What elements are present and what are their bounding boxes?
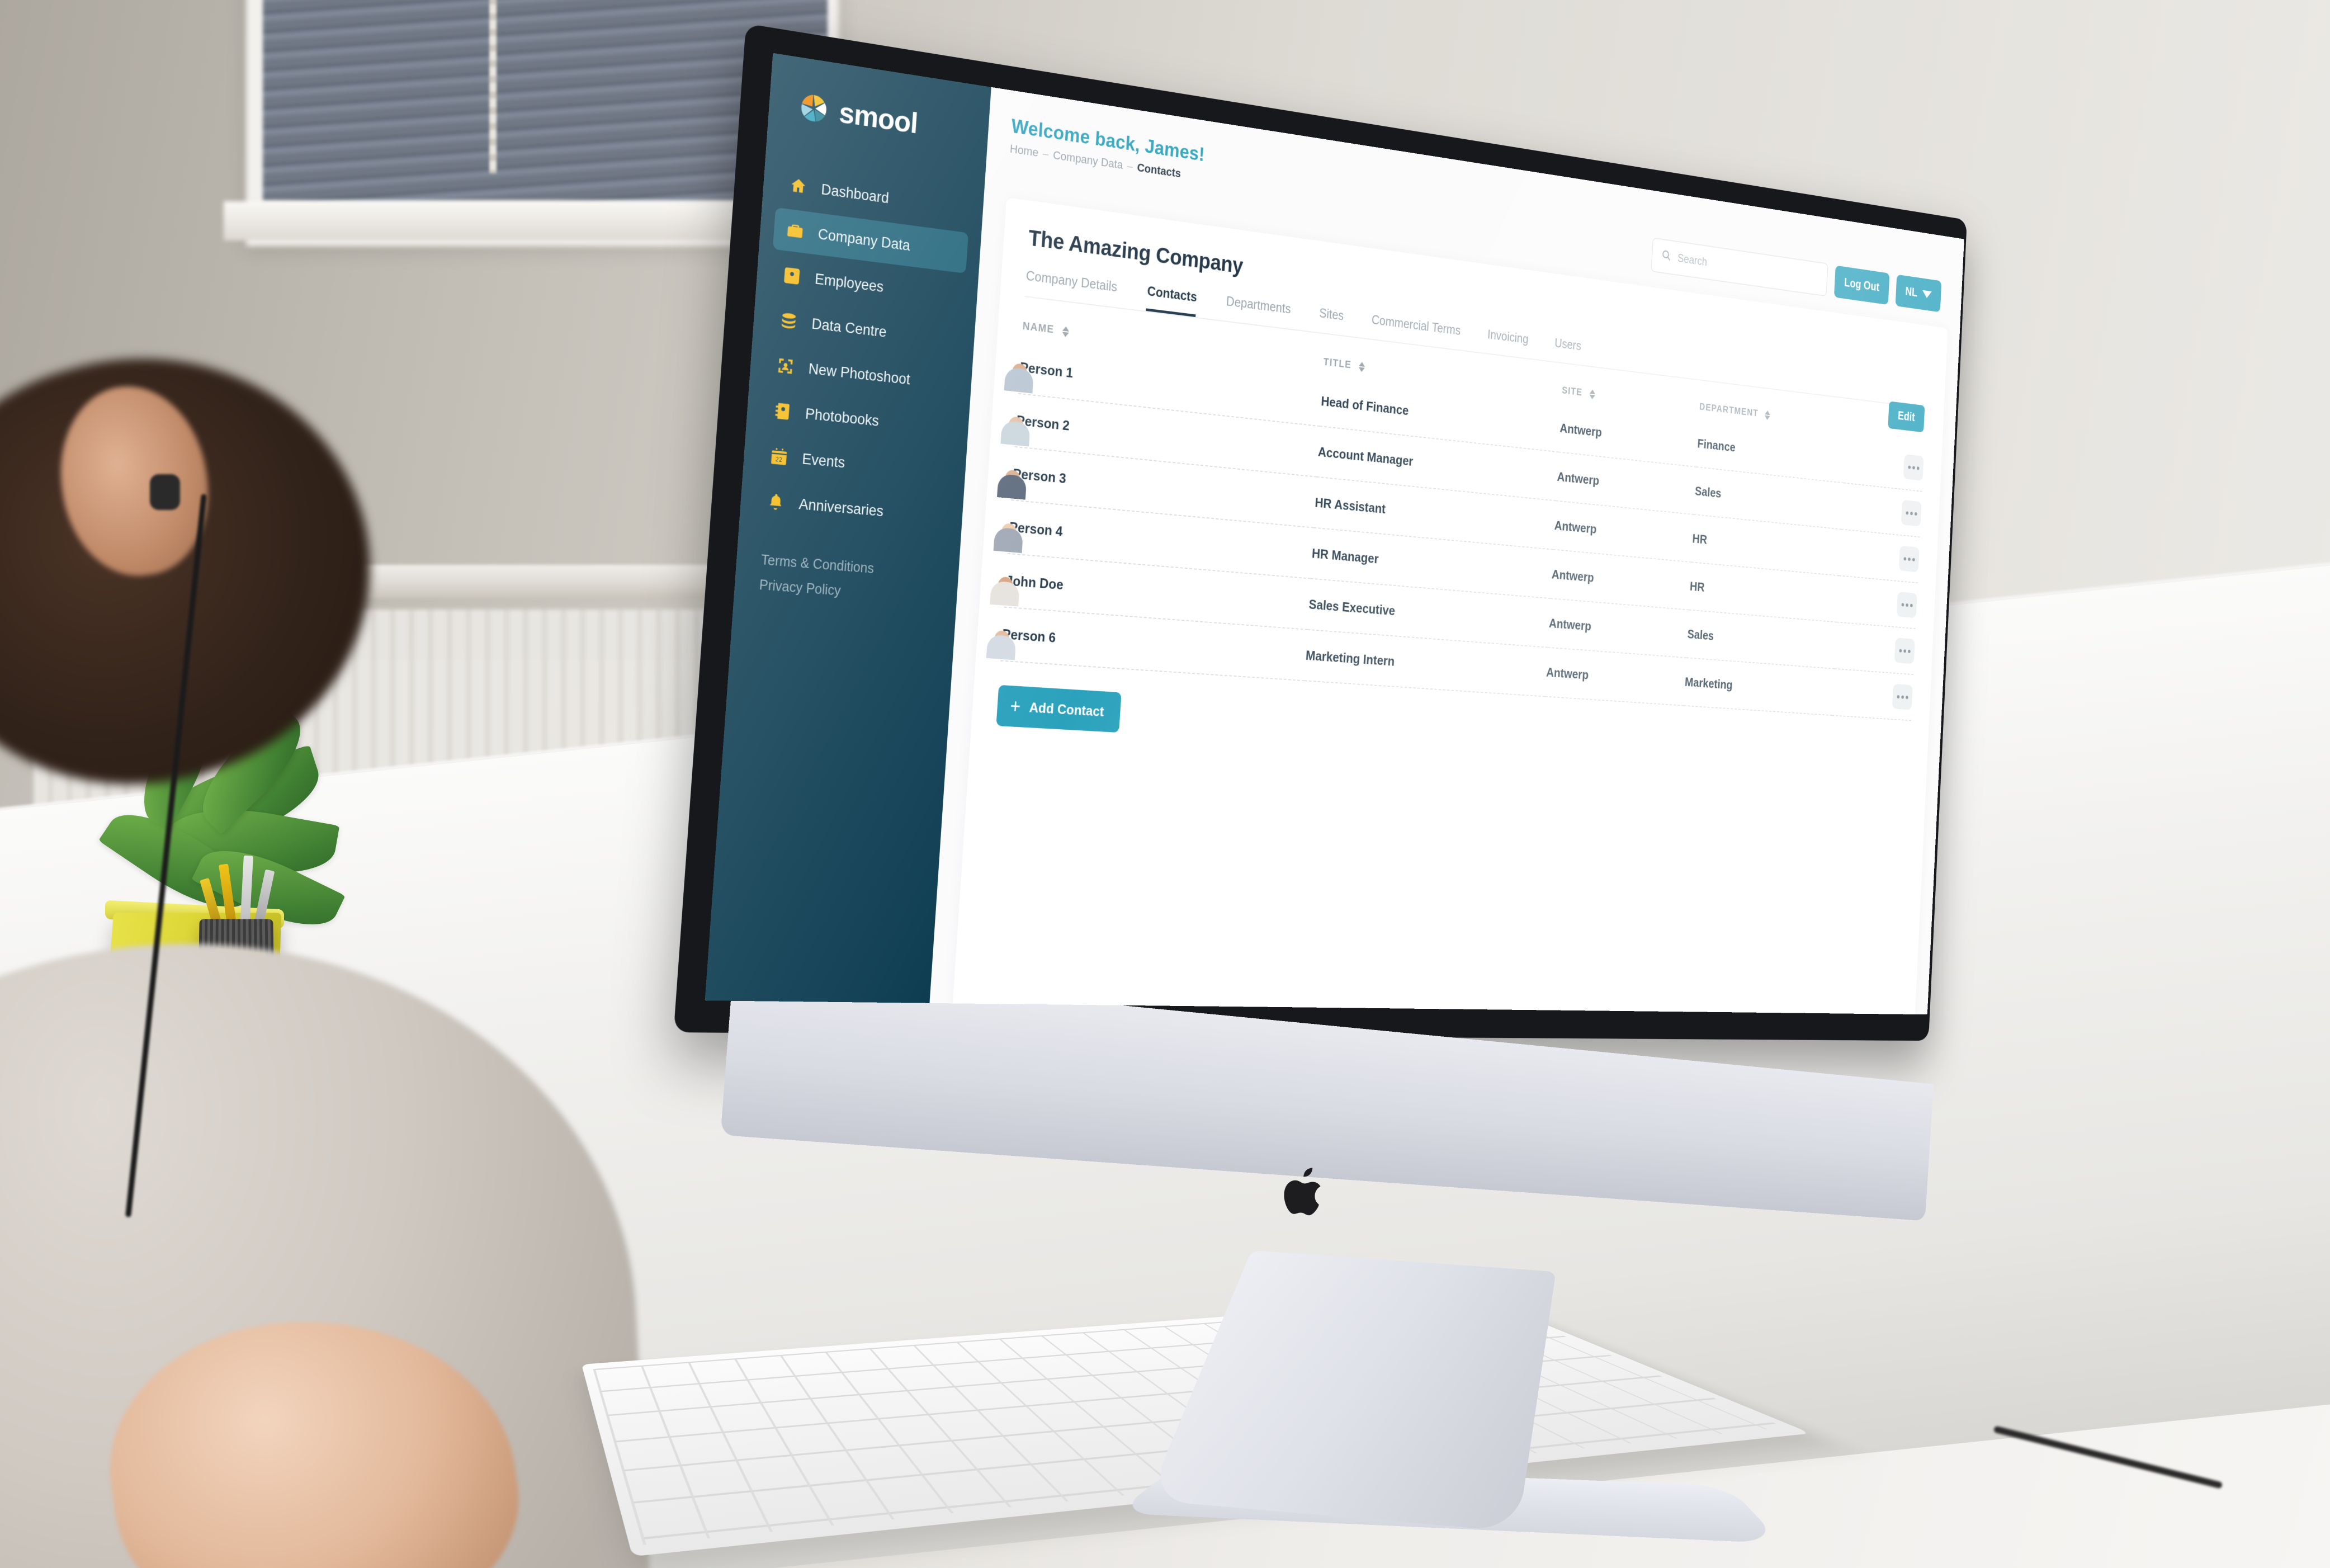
tab-contacts[interactable]: Contacts xyxy=(1146,284,1198,318)
breadcrumb-separator: – xyxy=(1127,159,1133,173)
main-content: Welcome back, James! Home – Company Data… xyxy=(929,87,1964,1015)
cell-actions xyxy=(1839,529,1920,583)
tab-company-details[interactable]: Company Details xyxy=(1024,268,1118,307)
sidebar-item-label: Events xyxy=(801,450,846,471)
brand-logo[interactable]: smool xyxy=(768,79,990,151)
tab-departments[interactable]: Departments xyxy=(1225,294,1291,329)
sidebar-item-label: Company Data xyxy=(817,225,911,254)
sort-arrows-icon[interactable] xyxy=(1358,361,1365,372)
breadcrumb-current: Contacts xyxy=(1136,160,1181,180)
plus-icon: + xyxy=(1009,695,1022,717)
address-book-icon xyxy=(771,399,793,423)
column-header-label: SITE xyxy=(1561,385,1583,398)
sidebar-item-label: Employees xyxy=(814,270,885,295)
briefcase-icon xyxy=(784,219,806,243)
blinds-cord xyxy=(489,0,497,173)
sidebar-item-label: Dashboard xyxy=(820,181,890,206)
sort-arrows-icon[interactable] xyxy=(1062,325,1070,338)
logout-button[interactable]: Log Out xyxy=(1833,265,1890,305)
company-card: The Amazing Company Edit Company Details… xyxy=(952,197,1948,1015)
add-contact-label: Add Contact xyxy=(1028,698,1105,720)
svg-text:22: 22 xyxy=(775,456,782,464)
topbar-left: Welcome back, James! Home – Company Data… xyxy=(1009,115,1205,183)
breadcrumb-separator: – xyxy=(1042,147,1050,161)
edit-button[interactable]: Edit xyxy=(1888,401,1925,433)
kebab-menu-icon[interactable] xyxy=(1901,499,1922,527)
sort-arrows-icon[interactable] xyxy=(1764,410,1771,421)
language-selector[interactable]: NL xyxy=(1895,274,1942,312)
cell-actions xyxy=(1832,668,1913,721)
column-header-label: DEPARTMENT xyxy=(1699,401,1759,419)
cell-actions xyxy=(1836,575,1918,629)
search-box[interactable]: Search xyxy=(1651,237,1828,297)
search-icon xyxy=(1661,248,1672,266)
home-icon xyxy=(787,174,810,199)
tab-invoicing[interactable]: Invoicing xyxy=(1486,328,1529,358)
database-icon xyxy=(777,309,800,333)
tab-users[interactable]: Users xyxy=(1553,336,1582,365)
sidebar-item-label: Anniversaries xyxy=(798,495,884,519)
column-header-label: NAME xyxy=(1022,320,1055,336)
calendar-icon: 22 xyxy=(768,445,790,469)
tab-commercial-terms[interactable]: Commercial Terms xyxy=(1370,313,1461,350)
column-header-label: TITLE xyxy=(1323,356,1352,371)
id-badge-icon xyxy=(781,263,803,288)
add-contact-button[interactable]: + Add Contact xyxy=(996,684,1122,733)
search-input[interactable]: Search xyxy=(1677,252,1708,269)
sidebar-item-label: Photobooks xyxy=(805,405,880,429)
sidebar-nav: Dashboard Company Data Employees Data Ce… xyxy=(739,160,984,539)
kebab-menu-icon[interactable] xyxy=(1896,591,1917,618)
tab-sites[interactable]: Sites xyxy=(1318,306,1344,335)
kebab-menu-icon[interactable] xyxy=(1894,637,1915,664)
sort-arrows-icon[interactable] xyxy=(1589,389,1596,400)
kebab-menu-icon[interactable] xyxy=(1903,454,1924,481)
terms-and-conditions-link[interactable]: Terms & Conditions xyxy=(760,552,936,582)
privacy-policy-link[interactable]: Privacy Policy xyxy=(759,577,934,606)
cell-site: Antwerp xyxy=(1544,647,1686,706)
aperture-icon xyxy=(796,89,831,127)
earbud-icon xyxy=(150,474,180,510)
table-body: Person 1 Head of Finance Antwerp Finance xyxy=(986,341,1925,721)
sidebar-item-label: New Photoshoot xyxy=(807,360,911,388)
language-value: NL xyxy=(1905,285,1918,299)
cell-actions xyxy=(1841,483,1922,537)
brand-name: smool xyxy=(838,96,919,140)
breadcrumb-home[interactable]: Home xyxy=(1009,142,1039,160)
kebab-menu-icon[interactable] xyxy=(1898,545,1920,573)
cell-actions xyxy=(1844,437,1925,492)
sidebar-item-label: Data Centre xyxy=(811,315,887,341)
bell-icon xyxy=(764,490,787,514)
cell-actions xyxy=(1834,622,1916,675)
chevron-down-icon xyxy=(1922,290,1932,299)
sidebar-legal-links: Terms & Conditions Privacy Policy xyxy=(732,550,959,630)
kebab-menu-icon[interactable] xyxy=(1892,683,1913,710)
face-scan-icon xyxy=(774,354,797,378)
